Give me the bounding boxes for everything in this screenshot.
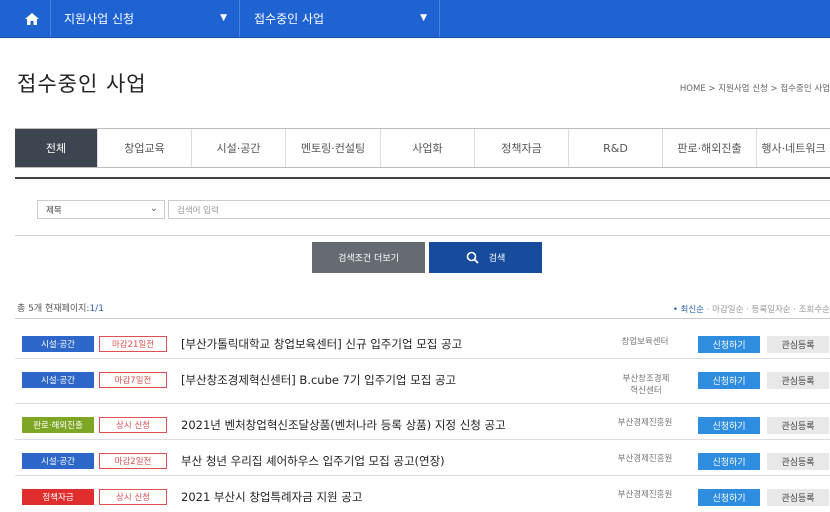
tab-sales-overseas[interactable]: 판로·해외진출 xyxy=(663,129,757,167)
page-title: 접수중인 사업 xyxy=(17,72,147,96)
tab-facility-space[interactable]: 시설·공간 xyxy=(192,129,286,167)
deadline-badge: 마감2일전 xyxy=(99,453,167,469)
chevron-down-icon: ⌄ xyxy=(149,203,158,214)
tab-mentoring-consulting[interactable]: 멘토링·컨설팅 xyxy=(286,129,381,167)
home-icon xyxy=(25,12,39,25)
category-badge: 정책자금 xyxy=(22,489,94,505)
add-favorite-button[interactable]: 관심등록 xyxy=(767,489,829,506)
organization: 창업보육센터 xyxy=(621,337,669,347)
sort-latest[interactable]: • 최신순 xyxy=(673,305,704,315)
deadline-badge: 상시 신청 xyxy=(99,417,167,433)
more-search-options-button[interactable]: 검색조건 더보기 xyxy=(312,242,425,273)
add-favorite-button[interactable]: 관심등록 xyxy=(767,417,829,434)
deadline-badge: 마감21일전 xyxy=(99,336,167,352)
select-value: 제목 xyxy=(46,205,62,216)
chevron-down-icon: ▼ xyxy=(220,13,227,23)
category-badge: 판로·해외진출 xyxy=(22,417,94,433)
list-divider xyxy=(15,318,830,319)
tab-commercialization[interactable]: 사업화 xyxy=(381,129,475,167)
apply-button[interactable]: 신청하기 xyxy=(698,453,760,470)
current-page: 1/1 xyxy=(89,304,104,314)
nav-menu-support-apply[interactable]: 지원사업 신청 ▼ xyxy=(50,0,240,37)
program-title-link[interactable]: [부산창조경제혁신센터] B.cube 7기 입주기업 모집 공고 xyxy=(181,372,456,388)
apply-button[interactable]: 신청하기 xyxy=(698,489,760,506)
add-favorite-button[interactable]: 관심등록 xyxy=(767,336,829,353)
apply-button[interactable]: 신청하기 xyxy=(698,372,760,389)
program-title-link[interactable]: 2021 부산시 창업특례자금 지원 공고 xyxy=(181,489,362,505)
search-panel: 제목 ⌄ 검색어 입력 xyxy=(15,177,830,236)
apply-button[interactable]: 신청하기 xyxy=(698,417,760,434)
program-title-link[interactable]: [부산가톨릭대학교 창업보육센터] 신규 입주기업 모집 공고 xyxy=(181,336,462,352)
tab-startup-education[interactable]: 창업교육 xyxy=(98,129,192,167)
nav-menu-label: 접수중인 사업 xyxy=(254,12,325,26)
result-count: 총 5개 현재페이지:1/1 xyxy=(17,301,104,314)
program-title-link[interactable]: 부산 청년 우리집 셰어하우스 입주기업 모집 공고(연장) xyxy=(181,453,445,469)
breadcrumb: HOME > 지원사업 신청 > 접수중인 사업 xyxy=(679,84,830,94)
organization: 부산경제진흥원 xyxy=(617,490,673,500)
search-input[interactable]: 검색어 입력 xyxy=(168,200,830,219)
search-button-label: 검색 xyxy=(488,254,506,264)
organization: 부산창조경제혁신센터 xyxy=(622,374,670,396)
tab-policy-funds[interactable]: 정책자금 xyxy=(475,129,569,167)
deadline-badge: 마감7일전 xyxy=(99,372,167,388)
list-item: 시설·공간 마감7일전 [부산창조경제혁신센터] B.cube 7기 입주기업 … xyxy=(15,359,830,404)
list-item: 시설·공간 마감2일전 부산 청년 우리집 셰어하우스 입주기업 모집 공고(연… xyxy=(15,440,830,476)
tab-events-network[interactable]: 행사·네트워크 xyxy=(757,129,830,167)
list-item: 정책자금 상시 신청 2021 부산시 창업특례자금 지원 공고 부산경제진흥원… xyxy=(15,476,830,512)
nav-menu-open-programs[interactable]: 접수중인 사업 ▼ xyxy=(240,0,440,37)
program-title-link[interactable]: 2021년 벤처창업혁신조달상품(벤처나라 등록 상품) 지정 신청 공고 xyxy=(181,417,506,433)
category-badge: 시설·공간 xyxy=(22,453,94,469)
tab-rnd[interactable]: R&D xyxy=(569,129,663,167)
top-nav-bar: 지원사업 신청 ▼ 접수중인 사업 ▼ xyxy=(0,0,830,38)
sort-options: • 최신순 · 마감일순 · 등록일자순 · 조회수순 xyxy=(673,303,830,315)
add-favorite-button[interactable]: 관심등록 xyxy=(767,453,829,470)
apply-button[interactable]: 신청하기 xyxy=(698,336,760,353)
list-item: 시설·공간 마감21일전 [부산가톨릭대학교 창업보육센터] 신규 입주기업 모… xyxy=(15,323,830,359)
nav-menu-label: 지원사업 신청 xyxy=(64,12,135,26)
category-badge: 시설·공간 xyxy=(22,336,94,352)
deadline-badge: 상시 신청 xyxy=(99,489,167,505)
add-favorite-button[interactable]: 관심등록 xyxy=(767,372,829,389)
category-badge: 시설·공간 xyxy=(22,372,94,388)
list-item: 판로·해외진출 상시 신청 2021년 벤처창업혁신조달상품(벤처나라 등록 상… xyxy=(15,404,830,440)
search-field-select[interactable]: 제목 ⌄ xyxy=(37,200,165,219)
sort-others[interactable]: · 마감일순 · 등록일자순 · 조회수순 xyxy=(707,305,830,315)
tab-all[interactable]: 전체 xyxy=(15,129,98,167)
result-count-label: 총 5개 현재페이지: xyxy=(17,304,90,314)
category-tabs: 전체 창업교육 시설·공간 멘토링·컨설팅 사업화 정책자금 R&D 판로·해외… xyxy=(15,128,830,168)
search-button[interactable]: 검색 xyxy=(429,242,542,273)
organization: 부산경제진흥원 xyxy=(617,418,673,428)
organization: 부산경제진흥원 xyxy=(617,454,673,464)
home-button[interactable] xyxy=(14,0,51,37)
chevron-down-icon: ▼ xyxy=(420,13,427,23)
search-icon xyxy=(466,251,479,264)
